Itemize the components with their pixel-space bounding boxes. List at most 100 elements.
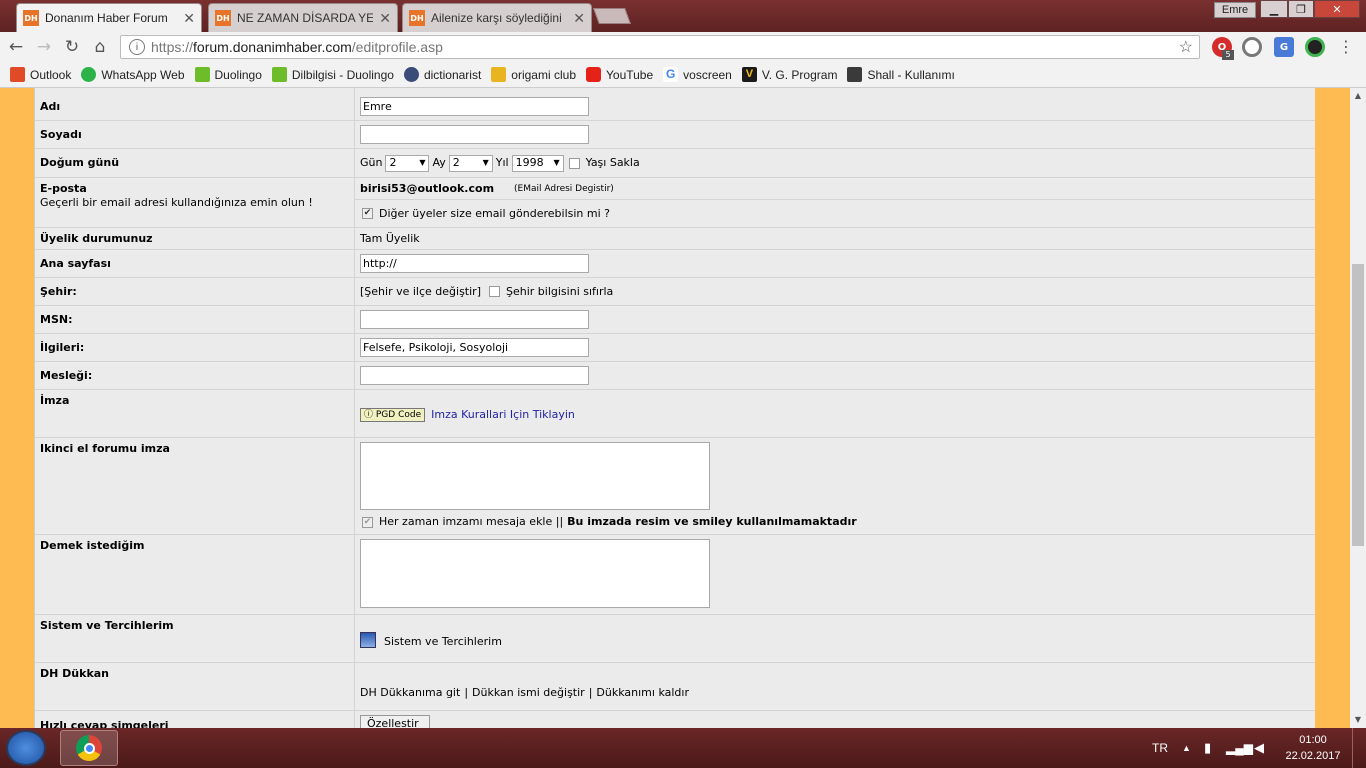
row-quick-reply: Hızlı cevap simgeleri Özellestir bbox=[35, 711, 1315, 728]
forward-arrow-icon[interactable]: → bbox=[32, 35, 56, 59]
bookmark-shall[interactable]: Shall - Kullanımı bbox=[847, 67, 955, 82]
close-window-icon[interactable]: ✕ bbox=[1314, 0, 1360, 18]
tab-title: Ailenize karşı söylediğini bbox=[431, 11, 562, 25]
year-select[interactable]: 1998 ▼ bbox=[511, 154, 564, 172]
email-value: birisi53@outlook.com bbox=[360, 181, 495, 195]
windows-start-icon[interactable] bbox=[6, 730, 46, 766]
record-extension-icon[interactable] bbox=[1242, 37, 1262, 57]
row-email: E-posta Geçerli bir email adresi kulland… bbox=[35, 178, 1315, 228]
url-host: forum.donanimhaber.com bbox=[193, 39, 352, 55]
interests-input[interactable] bbox=[360, 338, 589, 357]
reload-icon[interactable]: ↻ bbox=[60, 35, 84, 59]
system-clock[interactable]: 01:00 22.02.2017 bbox=[1280, 732, 1346, 764]
bookmark-duolingo[interactable]: Duolingo bbox=[194, 67, 262, 82]
tray-expand-icon[interactable]: ▲ bbox=[1182, 728, 1191, 768]
second-hand-signature-textarea[interactable] bbox=[360, 442, 710, 510]
pgd-code-button[interactable]: ⓘ PGD Code bbox=[360, 407, 426, 422]
separator: | bbox=[464, 685, 469, 699]
bookmark-dictionarist[interactable]: dictionarist bbox=[403, 67, 482, 82]
bookmark-star-icon[interactable]: ☆ bbox=[1179, 37, 1193, 57]
translate-icon[interactable]: G bbox=[1274, 37, 1294, 57]
change-email-link[interactable]: (EMail Adresi Degistir) bbox=[514, 181, 614, 197]
circle-extension-icon[interactable] bbox=[1305, 37, 1325, 57]
language-indicator[interactable]: TR bbox=[1152, 728, 1168, 768]
bookmark-origami-club[interactable]: origami club bbox=[491, 67, 576, 82]
day-select[interactable]: 2 ▼ bbox=[385, 154, 430, 172]
hide-age-label: Yaşı Sakla bbox=[585, 156, 640, 169]
power-icon[interactable]: ▮ bbox=[1204, 728, 1211, 768]
reset-city-checkbox[interactable] bbox=[489, 286, 500, 297]
new-tab-button[interactable] bbox=[593, 8, 631, 24]
name-input[interactable] bbox=[360, 96, 589, 116]
row-membership: Üyelik durumunuz Tam Üyelik bbox=[35, 228, 1315, 250]
close-icon[interactable]: ✕ bbox=[379, 10, 391, 27]
chrome-icon bbox=[76, 735, 102, 761]
bookmark-vg-program[interactable]: V V. G. Program bbox=[741, 67, 837, 82]
duolingo-owl-icon bbox=[194, 67, 210, 82]
customize-button[interactable]: Özellestir bbox=[360, 715, 430, 728]
row-city: Şehir: [Şehir ve ilçe değiştir] Şehir bi… bbox=[35, 278, 1315, 306]
network-signal-icon[interactable]: ▂▄▆ bbox=[1226, 728, 1253, 768]
clock-date: 22.02.2017 bbox=[1285, 750, 1341, 762]
page-scrollbar[interactable]: ▲ ▼ bbox=[1350, 88, 1366, 728]
scrollbar-thumb[interactable] bbox=[1352, 264, 1364, 546]
field-label: İlgileri: bbox=[35, 334, 355, 361]
home-icon[interactable]: ⌂ bbox=[88, 35, 112, 59]
always-add-signature-checkbox[interactable]: ✔ bbox=[362, 516, 373, 528]
surname-input[interactable] bbox=[360, 125, 589, 144]
bookmark-youtube[interactable]: YouTube bbox=[586, 67, 653, 82]
field-label: Soyadı bbox=[35, 121, 355, 148]
bookmark-whatsapp[interactable]: WhatsApp Web bbox=[81, 67, 185, 82]
occupation-input[interactable] bbox=[360, 366, 589, 385]
field-label: Ikinci el forumu imza bbox=[35, 438, 355, 534]
row-shop: DH Dükkan DH Dükkanıma git | Dükkan ismi… bbox=[35, 663, 1315, 711]
bookmark-label: voscreen bbox=[683, 67, 732, 82]
row-motto: Demek istediğim bbox=[35, 535, 1315, 615]
minimize-icon[interactable]: ▁ bbox=[1260, 0, 1288, 18]
bookmark-dilbilgisi[interactable]: Dilbilgisi - Duolingo bbox=[271, 67, 394, 82]
change-city-link[interactable]: [Şehir ve ilçe değiştir] bbox=[360, 284, 481, 300]
bookmark-label: dictionarist bbox=[423, 67, 482, 82]
back-arrow-icon[interactable]: ← bbox=[4, 35, 28, 59]
signature-rules-link[interactable]: Imza Kurallari Için Tiklayin bbox=[431, 407, 575, 423]
bookmark-outlook[interactable]: Outlook bbox=[10, 67, 71, 82]
msn-input[interactable] bbox=[360, 310, 589, 329]
address-bar[interactable]: i https:// forum.donanimhaber.com /editp… bbox=[120, 35, 1200, 59]
field-label: Demek istediğim bbox=[35, 535, 355, 614]
tab-ne-zaman-disarda[interactable]: DH NE ZAMAN DİSARDA YE ✕ bbox=[208, 3, 398, 32]
extension-badge: 5 bbox=[1222, 50, 1234, 60]
bookmark-label: Dilbilgisi - Duolingo bbox=[291, 67, 394, 82]
bookmark-label: origami club bbox=[511, 67, 576, 82]
scroll-down-icon[interactable]: ▼ bbox=[1350, 712, 1366, 728]
system-link[interactable]: Sistem ve Tercihlerim bbox=[384, 634, 502, 650]
origami-crane-icon bbox=[491, 67, 507, 82]
field-label: Sistem ve Tercihlerim bbox=[35, 615, 355, 662]
restore-icon[interactable]: ❐ bbox=[1288, 0, 1314, 18]
shop-go-link[interactable]: DH Dükkanıma git bbox=[360, 685, 460, 701]
info-icon[interactable]: i bbox=[129, 39, 145, 55]
close-icon[interactable]: ✕ bbox=[183, 10, 195, 27]
bookmark-label: Outlook bbox=[30, 67, 72, 82]
show-desktop-button[interactable] bbox=[1352, 728, 1366, 768]
homepage-input[interactable] bbox=[360, 254, 589, 273]
month-select[interactable]: 2 ▼ bbox=[448, 154, 493, 172]
menu-icon[interactable]: ⋮ bbox=[1338, 38, 1354, 56]
scroll-up-icon[interactable]: ▲ bbox=[1350, 88, 1366, 104]
hide-age-checkbox[interactable] bbox=[568, 157, 580, 169]
bookmark-voscreen[interactable]: Gvoscreen bbox=[663, 67, 732, 82]
taskbar-chrome-button[interactable] bbox=[60, 730, 118, 766]
motto-textarea[interactable] bbox=[360, 539, 710, 608]
signature-note: Bu imzada resim ve smiley kullanılmamakt… bbox=[567, 515, 857, 528]
tab-donanim-haber-forum[interactable]: DH Donanım Haber Forum ✕ bbox=[16, 3, 202, 32]
allow-email-checkbox[interactable]: ✔ bbox=[362, 208, 373, 219]
row-surname: Soyadı bbox=[35, 121, 1315, 149]
shop-remove-link[interactable]: Dükkanımı kaldır bbox=[596, 685, 689, 701]
row-occupation: Mesleği: bbox=[35, 362, 1315, 390]
field-label: Üyelik durumunuz bbox=[35, 228, 355, 249]
profile-button[interactable]: Emre bbox=[1214, 2, 1256, 18]
shop-rename-link[interactable]: Dükkan ismi değiştir bbox=[472, 685, 585, 701]
volume-icon[interactable]: ◀ bbox=[1254, 728, 1264, 768]
tab-ailenize-karsi[interactable]: DH Ailenize karşı söylediğini ✕ bbox=[402, 3, 592, 32]
windows-taskbar: TR ▲ ▮ ▂▄▆ ◀ 01:00 22.02.2017 bbox=[0, 728, 1366, 768]
close-icon[interactable]: ✕ bbox=[573, 10, 585, 27]
